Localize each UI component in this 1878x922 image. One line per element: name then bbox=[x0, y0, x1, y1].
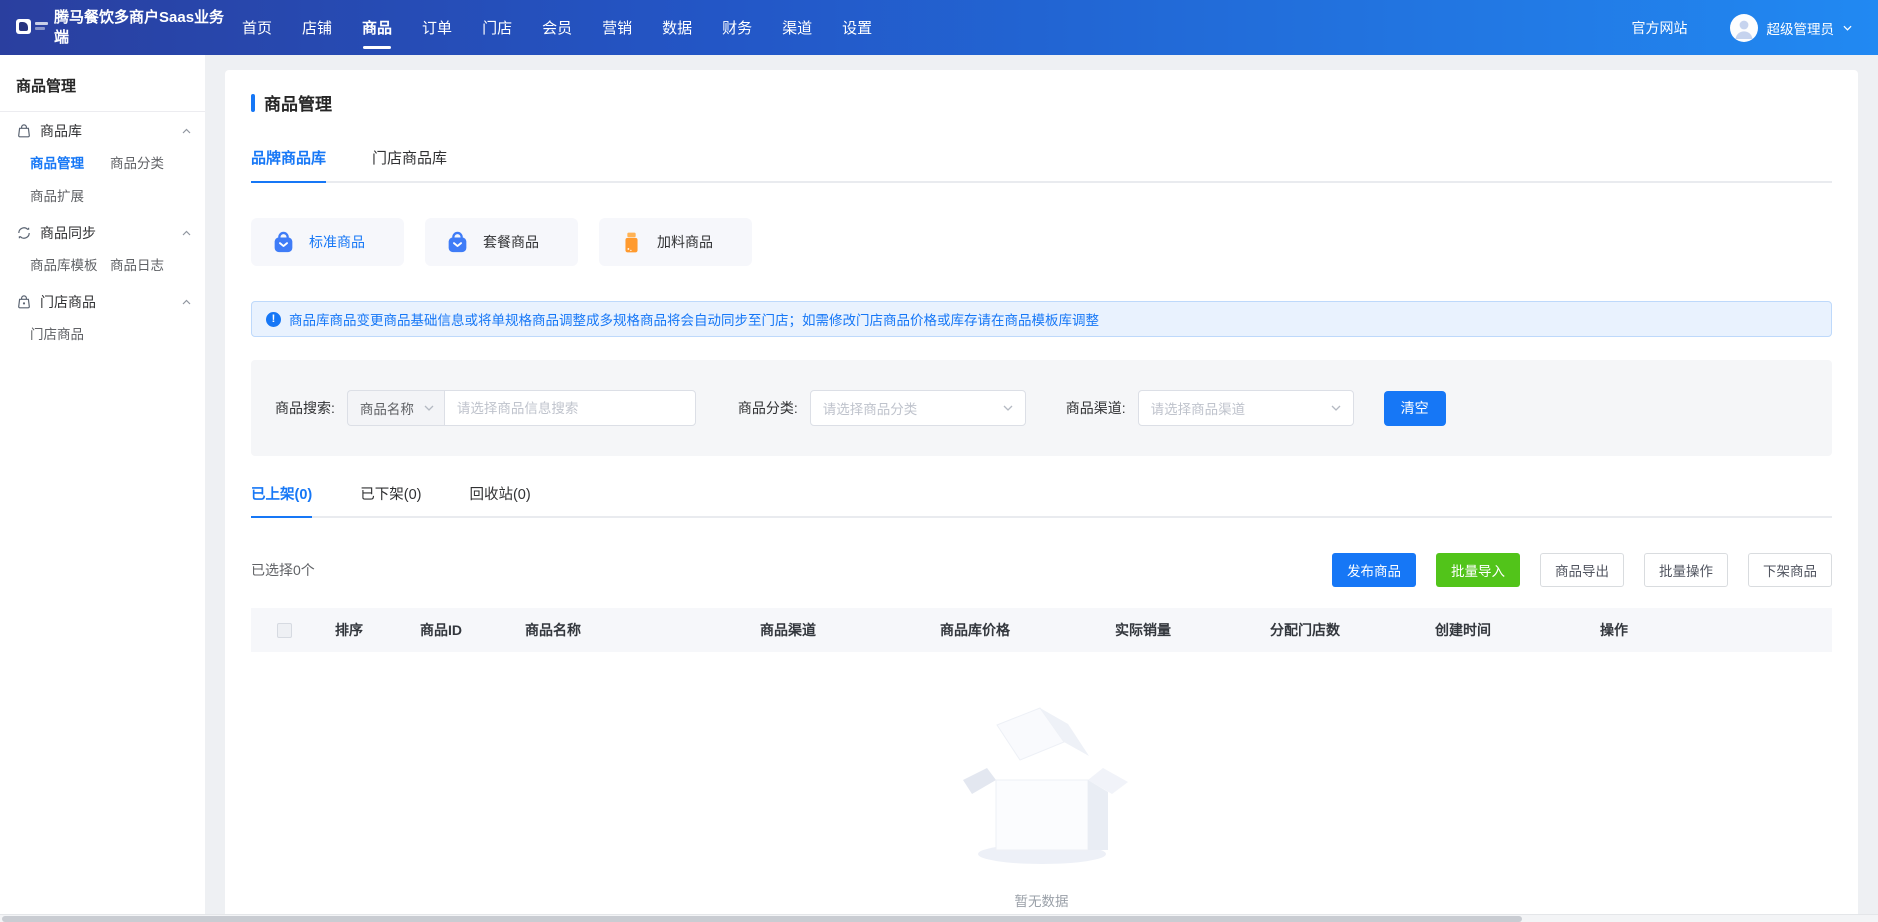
column-store-count: 分配门店数 bbox=[1250, 620, 1415, 640]
select-all-checkbox[interactable] bbox=[277, 623, 292, 638]
column-product-name: 商品名称 bbox=[505, 620, 740, 640]
search-label: 商品搜索: bbox=[275, 398, 335, 418]
batch-import-button[interactable]: 批量导入 bbox=[1436, 553, 1520, 587]
sidebar-item-library-template[interactable]: 商品库模板 bbox=[30, 249, 110, 282]
sidebar-item-product-log[interactable]: 商品日志 bbox=[110, 249, 190, 282]
sidebar-section-product-library[interactable]: 商品库 bbox=[0, 114, 205, 147]
chevron-up-icon[interactable] bbox=[182, 299, 191, 305]
selection-count: 已选择0个 bbox=[251, 560, 315, 580]
tab-recycle-bin[interactable]: 回收站(0) bbox=[469, 483, 530, 516]
topbar: 腾马餐饮多商户Saas业务端 首页 店铺 商品 订单 门店 会员 营销 数据 财… bbox=[0, 0, 1878, 55]
empty-box-illustration bbox=[942, 698, 1142, 866]
publish-product-button[interactable]: 发布商品 bbox=[1332, 553, 1416, 587]
nav-item-home[interactable]: 首页 bbox=[242, 0, 272, 55]
column-sales: 实际销量 bbox=[1095, 620, 1250, 640]
page-title: 商品管理 bbox=[264, 90, 332, 115]
table-header: 排序 商品ID 商品名称 商品渠道 商品库价格 实际销量 分配门店数 创建时间 … bbox=[251, 608, 1832, 652]
channel-select[interactable]: 请选择商品渠道 bbox=[1138, 390, 1354, 426]
main-content: 商品管理 品牌商品库 门店商品库 标准商品 bbox=[205, 55, 1878, 922]
channel-label: 商品渠道: bbox=[1066, 398, 1126, 418]
app-title: 腾马餐饮多商户Saas业务端 bbox=[54, 8, 226, 47]
info-banner: ! 商品库商品变更商品基础信息或将单规格商品调整成多规格商品将会自动同步至门店；… bbox=[251, 301, 1832, 337]
top-nav: 首页 店铺 商品 订单 门店 会员 营销 数据 财务 渠道 设置 bbox=[242, 0, 872, 55]
nav-item-finance[interactable]: 财务 bbox=[722, 0, 752, 55]
column-created-time: 创建时间 bbox=[1415, 620, 1580, 640]
logo-subtext bbox=[35, 22, 48, 30]
type-card-standard[interactable]: 标准商品 bbox=[251, 218, 404, 266]
column-product-id: 商品ID bbox=[400, 620, 505, 640]
action-buttons: 发布商品 批量导入 商品导出 批量操作 下架商品 bbox=[1332, 553, 1832, 587]
chevron-up-icon[interactable] bbox=[182, 128, 191, 134]
sidebar-subitems: 门店商品 bbox=[0, 318, 205, 351]
search-field-select[interactable]: 商品名称 bbox=[347, 390, 444, 426]
horizontal-scrollbar[interactable] bbox=[0, 914, 1878, 922]
sidebar-subitems: 商品库模板 商品日志 bbox=[0, 249, 205, 282]
app-logo: 腾马餐饮多商户Saas业务端 bbox=[16, 8, 232, 47]
tab-off-shelf[interactable]: 已下架(0) bbox=[360, 483, 421, 516]
person-icon bbox=[1730, 14, 1758, 42]
nav-item-store[interactable]: 门店 bbox=[482, 0, 512, 55]
user-menu[interactable]: 超级管理员 bbox=[1730, 14, 1853, 42]
batch-operate-button[interactable]: 批量操作 bbox=[1644, 553, 1728, 587]
tab-store-library[interactable]: 门店商品库 bbox=[372, 147, 447, 181]
nav-item-channel[interactable]: 渠道 bbox=[782, 0, 812, 55]
sidebar-title: 商品管理 bbox=[0, 55, 205, 111]
jar-icon bbox=[619, 230, 644, 255]
sidebar-item-product-manage[interactable]: 商品管理 bbox=[30, 147, 110, 180]
column-library-price: 商品库价格 bbox=[920, 620, 1095, 640]
category-label: 商品分类: bbox=[738, 398, 798, 418]
clear-button[interactable]: 清空 bbox=[1384, 391, 1446, 426]
info-banner-text: 商品库商品变更商品基础信息或将单规格商品调整成多规格商品将会自动同步至门店；如需… bbox=[289, 309, 1099, 329]
title-accent-bar bbox=[251, 94, 255, 112]
info-icon: ! bbox=[266, 312, 281, 327]
chevron-up-icon[interactable] bbox=[182, 230, 191, 236]
column-sort: 排序 bbox=[315, 620, 400, 640]
empty-text: 暂无数据 bbox=[1015, 890, 1069, 910]
library-tabs: 品牌商品库 门店商品库 bbox=[251, 147, 1832, 183]
export-product-button[interactable]: 商品导出 bbox=[1540, 553, 1624, 587]
bag-icon bbox=[16, 123, 32, 139]
nav-item-shop[interactable]: 店铺 bbox=[302, 0, 332, 55]
official-site-link[interactable]: 官方网站 bbox=[1632, 18, 1688, 38]
sidebar-item-product-category[interactable]: 商品分类 bbox=[110, 147, 190, 180]
scrollbar-thumb[interactable] bbox=[2, 916, 1522, 922]
nav-item-product[interactable]: 商品 bbox=[362, 0, 392, 55]
sidebar-item-store-product[interactable]: 门店商品 bbox=[30, 318, 110, 351]
sidebar: 商品管理 商品库 商品管理 商品分类 商品扩展 商品同步 bbox=[0, 55, 205, 922]
nav-item-settings[interactable]: 设置 bbox=[842, 0, 872, 55]
tab-brand-library[interactable]: 品牌商品库 bbox=[251, 147, 326, 181]
store-bag-icon bbox=[16, 294, 32, 310]
bag-icon bbox=[445, 230, 470, 255]
avatar bbox=[1730, 14, 1758, 42]
status-tabs: 已上架(0) 已下架(0) 回收站(0) bbox=[251, 483, 1832, 518]
off-shelf-button[interactable]: 下架商品 bbox=[1748, 553, 1832, 587]
sidebar-section-product-sync[interactable]: 商品同步 bbox=[0, 216, 205, 249]
type-card-combo[interactable]: 套餐商品 bbox=[425, 218, 578, 266]
empty-state: 暂无数据 bbox=[251, 698, 1832, 910]
filter-panel: 商品搜索: 商品名称 商品分类: 请选择商品分类 商品渠道: bbox=[251, 360, 1832, 456]
user-name: 超级管理员 bbox=[1767, 18, 1835, 38]
nav-item-data[interactable]: 数据 bbox=[662, 0, 692, 55]
column-operation: 操作 bbox=[1580, 620, 1832, 640]
product-type-cards: 标准商品 套餐商品 bbox=[251, 218, 1832, 266]
sidebar-section-store-product[interactable]: 门店商品 bbox=[0, 285, 205, 318]
sidebar-item-product-extend[interactable]: 商品扩展 bbox=[30, 180, 110, 213]
type-card-addon[interactable]: 加料商品 bbox=[599, 218, 752, 266]
tab-on-shelf[interactable]: 已上架(0) bbox=[251, 483, 312, 516]
nav-item-marketing[interactable]: 营销 bbox=[602, 0, 632, 55]
sidebar-subitems: 商品管理 商品分类 商品扩展 bbox=[0, 147, 205, 213]
search-input[interactable] bbox=[444, 390, 696, 426]
chevron-down-icon bbox=[424, 405, 434, 411]
chevron-down-icon bbox=[1003, 405, 1013, 411]
chevron-down-icon bbox=[1331, 405, 1341, 411]
category-select[interactable]: 请选择商品分类 bbox=[810, 390, 1026, 426]
bag-icon bbox=[271, 230, 296, 255]
logo-icon bbox=[16, 19, 31, 34]
nav-item-member[interactable]: 会员 bbox=[542, 0, 572, 55]
nav-item-order[interactable]: 订单 bbox=[422, 0, 452, 55]
divider bbox=[0, 111, 205, 112]
column-channel: 商品渠道 bbox=[740, 620, 920, 640]
chevron-down-icon bbox=[1843, 25, 1852, 31]
sync-icon bbox=[16, 225, 32, 241]
